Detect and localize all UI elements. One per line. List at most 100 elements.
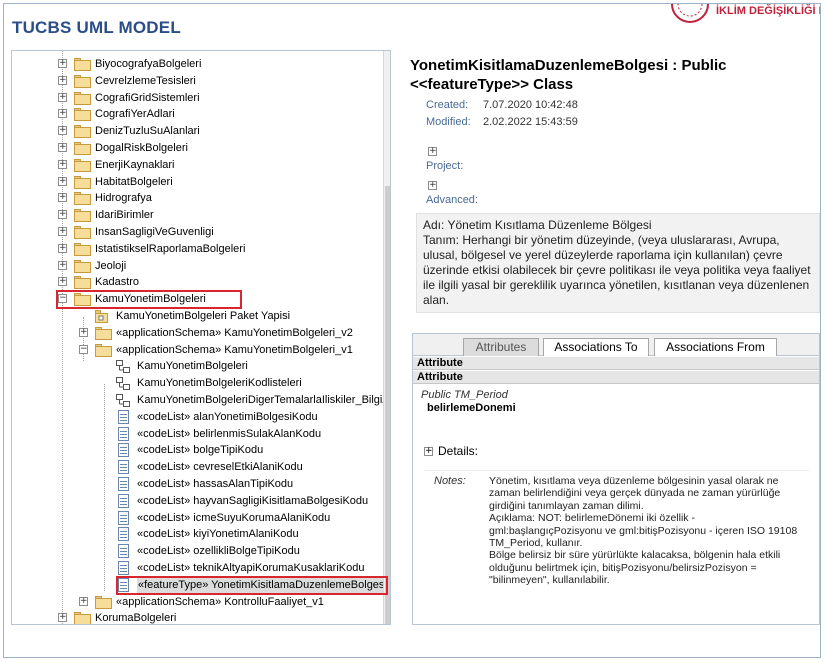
tree-item[interactable]: «codeList» kiyiYonetimAlaniKodu bbox=[12, 526, 382, 543]
class-icon bbox=[118, 527, 129, 541]
tree-item[interactable]: KamuYonetimBolgeleri bbox=[12, 358, 382, 375]
expand-icon[interactable]: + bbox=[58, 109, 67, 118]
tree-item[interactable]: + CevrelzlemeTesisleri bbox=[12, 73, 382, 90]
tree-item[interactable]: + IstatistikselRaporlamaBolgeleri bbox=[12, 241, 382, 258]
attribute-notes-panel: Notes: Yönetim, kısıtlama veya düzenleme… bbox=[424, 470, 809, 620]
tree-item-label: «applicationSchema» KamuYonetimBolgeleri… bbox=[116, 344, 353, 356]
project-expand-icon[interactable]: + bbox=[428, 147, 437, 156]
folder-icon bbox=[95, 327, 112, 340]
tree-item[interactable]: + InsanSagligiVeGuvenligi bbox=[12, 224, 382, 241]
tree-item[interactable]: «codeList» icmeSuyuKorumaAlaniKodu bbox=[12, 510, 382, 527]
attribute-type: Public TM_Period bbox=[421, 389, 508, 401]
project-label[interactable]: Project: bbox=[426, 160, 463, 172]
tree-item[interactable]: + DenizTuzluSuAlanlari bbox=[12, 123, 382, 140]
modified-value: 2.02.2022 15:43:59 bbox=[483, 116, 578, 128]
tree-item[interactable]: «codeList» hayvanSagligiKisitlamaBolgesi… bbox=[12, 493, 382, 510]
tree-item-label: «codeList» kiyiYonetimAlaniKodu bbox=[137, 528, 299, 540]
folder-icon bbox=[74, 159, 91, 172]
folder-icon bbox=[74, 142, 91, 155]
folder-icon bbox=[74, 75, 91, 88]
expand-icon[interactable]: + bbox=[58, 613, 67, 622]
tree-item[interactable]: «codeList» ozellikliBolgeTipiKodu bbox=[12, 543, 382, 560]
app-window: TUCBS UML MODEL İKLİM DEĞİŞİKLİĞİ BAKA +… bbox=[3, 3, 821, 658]
tree-item-label: «codeList» ozellikliBolgeTipiKodu bbox=[137, 545, 300, 557]
tree-scrollbar-thumb[interactable] bbox=[385, 186, 390, 624]
tree-item[interactable]: + CografiGridSistemleri bbox=[12, 90, 382, 107]
expand-icon[interactable]: + bbox=[58, 227, 67, 236]
expand-icon[interactable]: + bbox=[58, 76, 67, 85]
tree-item[interactable]: «codeList» bolgeTipiKodu bbox=[12, 442, 382, 459]
class-icon bbox=[118, 410, 129, 424]
class-icon bbox=[118, 460, 129, 474]
tree-item[interactable]: «codeList» alanYonetimiBolgesiKodu bbox=[12, 409, 382, 426]
details-expand-icon[interactable]: + bbox=[424, 447, 433, 456]
tree-item-label: KamuYonetimBolgeleriKodlisteleri bbox=[137, 377, 302, 389]
tree-item[interactable]: + HabitatBolgeleri bbox=[12, 174, 382, 191]
folder-icon bbox=[74, 612, 91, 624]
expand-icon[interactable]: + bbox=[58, 160, 67, 169]
collapse-icon[interactable]: − bbox=[79, 345, 88, 354]
tree-item-label: «codeList» bolgeTipiKodu bbox=[137, 444, 264, 456]
tree-item-label: KamuYonetimBolgeleri bbox=[137, 360, 248, 372]
package-browser-tree[interactable]: + BiyocografyaBolgeleri + CevrelzlemeTesisl… bbox=[11, 50, 391, 625]
folder-icon bbox=[74, 108, 91, 121]
tree-item[interactable]: + Jeoloji bbox=[12, 258, 382, 275]
tab-attributes[interactable]: Attributes bbox=[463, 338, 539, 356]
tree-item[interactable]: + «applicationSchema» KontrolluFaaliyet_v… bbox=[12, 594, 382, 611]
advanced-label[interactable]: Advanced: bbox=[426, 194, 478, 206]
tree-item[interactable]: + IdariBirimler bbox=[12, 207, 382, 224]
expand-icon[interactable]: + bbox=[58, 277, 67, 286]
expand-icon[interactable]: + bbox=[58, 244, 67, 253]
tree-item[interactable]: + Hidrografya bbox=[12, 190, 382, 207]
class-notes: Adı: Yönetim Kısıtlama Düzenleme Bölgesi… bbox=[416, 213, 820, 313]
tree-item[interactable]: + DogalRiskBolgeleri bbox=[12, 140, 382, 157]
tree-item-label: «applicationSchema» KamuYonetimBolgeleri… bbox=[116, 327, 353, 339]
details-label[interactable]: Details: bbox=[438, 444, 478, 458]
highlight-kamuyonetim-folder bbox=[56, 290, 242, 309]
expand-icon[interactable]: + bbox=[58, 93, 67, 102]
tree-item[interactable]: + CografiYerAdlari bbox=[12, 106, 382, 123]
tree-item-label: IstatistikselRaporlamaBolgeleri bbox=[95, 243, 246, 255]
tree-item[interactable]: «codeList» teknikAltyapiKorumaKusaklariK… bbox=[12, 560, 382, 577]
expand-icon[interactable]: + bbox=[79, 328, 88, 337]
notes-text: Yönetim, kısıtlama veya düzenleme bölges… bbox=[489, 475, 807, 587]
tree-item[interactable]: + «applicationSchema» KamuYonetimBolgeler… bbox=[12, 325, 382, 342]
class-icon bbox=[118, 561, 129, 575]
tree-item[interactable]: KamuYonetimBolgeleriKodlisteleri bbox=[12, 375, 382, 392]
expand-icon[interactable]: + bbox=[58, 210, 67, 219]
advanced-expand-icon[interactable]: + bbox=[428, 181, 437, 190]
tree-item[interactable]: + KorumaBolgeleri bbox=[12, 610, 382, 624]
tree-item-label: HabitatBolgeleri bbox=[95, 176, 173, 188]
tree-item[interactable]: + EnerjiKaynaklari bbox=[12, 157, 382, 174]
tree-item[interactable]: − «applicationSchema» KamuYonetimBolgeler… bbox=[12, 342, 382, 359]
tree-item[interactable]: + BiyocografyaBolgeleri bbox=[12, 56, 382, 73]
tab-associations-to[interactable]: Associations To bbox=[543, 338, 649, 356]
class-title-line2: <<featureType>> Class bbox=[410, 76, 574, 93]
expand-icon[interactable]: + bbox=[58, 143, 67, 152]
expand-icon[interactable]: + bbox=[58, 59, 67, 68]
tree-item[interactable]: + Kadastro bbox=[12, 274, 382, 291]
expand-icon[interactable]: + bbox=[58, 126, 67, 135]
expand-icon[interactable]: + bbox=[58, 177, 67, 186]
tree-item-label: DenizTuzluSuAlanlari bbox=[95, 125, 200, 137]
attribute-subheader: Attribute bbox=[413, 371, 819, 384]
ministry-name: İKLİM DEĞİŞİKLİĞİ BAKA bbox=[716, 5, 820, 17]
expand-icon[interactable]: + bbox=[79, 597, 88, 606]
tree-item[interactable]: KamuYonetimBolgeleri Paket Yapisi bbox=[12, 308, 382, 325]
class-icon bbox=[118, 494, 129, 508]
tree-item-label: BiyocografyaBolgeleri bbox=[95, 58, 202, 70]
tree-item[interactable]: «codeList» hassasAlanTipiKodu bbox=[12, 476, 382, 493]
tree-scrollbar[interactable] bbox=[383, 51, 390, 624]
expand-icon[interactable]: + bbox=[58, 193, 67, 202]
tree-item[interactable]: «codeList» belirlenmisSulakAlanKodu bbox=[12, 426, 382, 443]
tree-item[interactable]: KamuYonetimBolgeleriDigerTemalarlaIliski… bbox=[12, 392, 390, 409]
tab-associations-from[interactable]: Associations From bbox=[654, 338, 777, 356]
folder-icon bbox=[74, 260, 91, 273]
tree-item[interactable]: «codeList» cevreselEtkiAlaniKodu bbox=[12, 459, 382, 476]
tree-item-label: EnerjiKaynaklari bbox=[95, 159, 175, 171]
tree-item-label: «codeList» alanYonetimiBolgesiKodu bbox=[137, 411, 318, 423]
tree-item-label: «codeList» hassasAlanTipiKodu bbox=[137, 478, 294, 490]
expand-icon[interactable]: + bbox=[58, 261, 67, 270]
attribute-name[interactable]: belirlemeDonemi bbox=[427, 402, 516, 414]
tree-item-label: «codeList» icmeSuyuKorumaAlaniKodu bbox=[137, 512, 331, 524]
